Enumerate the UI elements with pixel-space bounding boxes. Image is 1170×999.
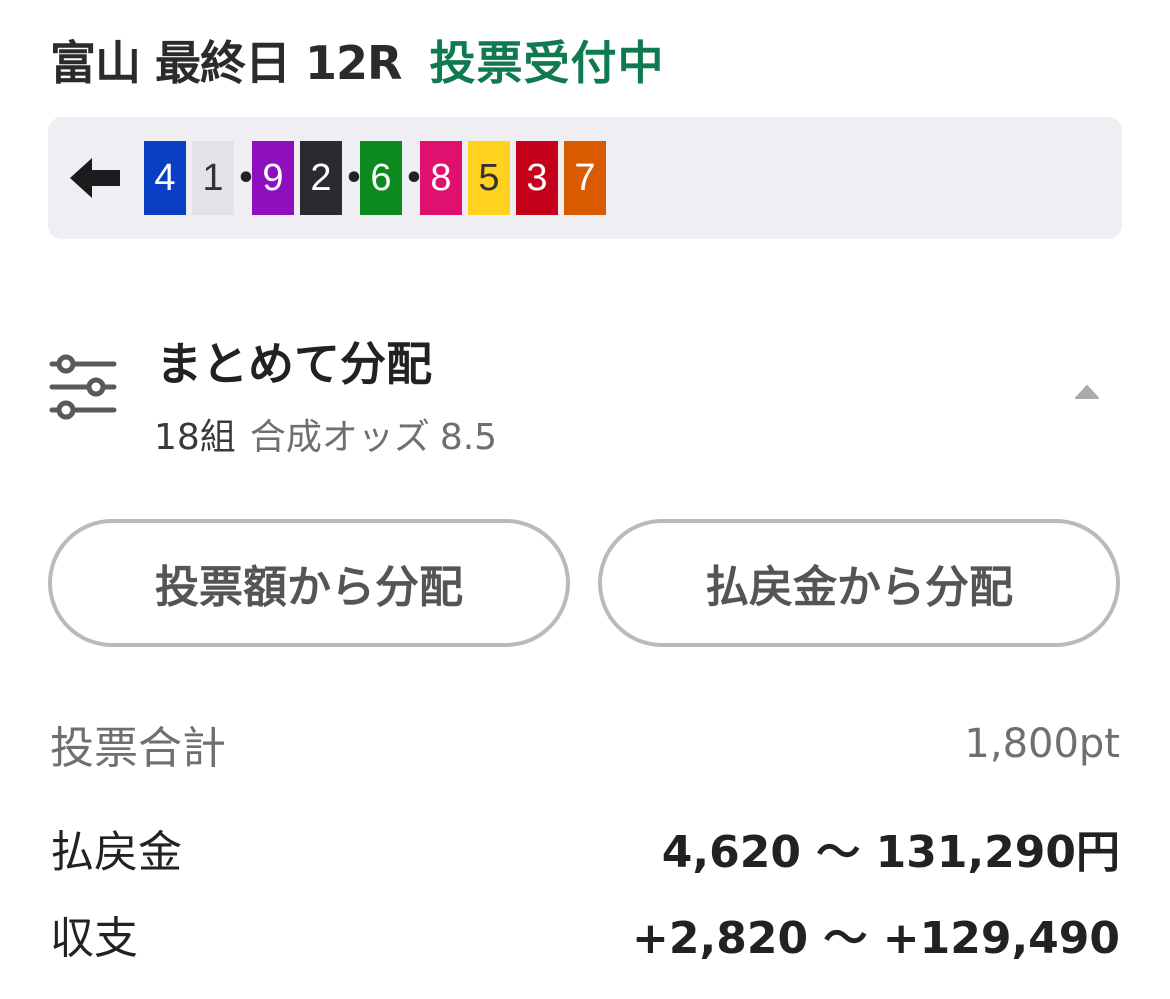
pick-number-badge: 5 [468,141,510,215]
balance-value: +2,820 〜 +129,490 [632,913,1120,964]
odds-label: 合成オッズ [249,417,430,458]
distribution-section[interactable]: まとめて分配 18組 合成オッズ 8.5 [48,322,1122,462]
total-value: 1,800pt [964,721,1120,767]
combo-count: 18組 [154,417,236,458]
race-status: 投票受付中 [429,36,665,90]
pick-number-badge: 9 [252,141,294,215]
sliders-icon [49,354,117,420]
pick-number-badge: 3 [516,141,558,215]
arrow-left-icon [70,158,120,198]
pick-number-badge: 2 [300,141,342,215]
race-header: 富山 最終日 12R 投票受付中 [50,28,664,92]
distribute-by-bet-button[interactable]: 投票額から分配 [48,519,570,647]
pick-number-badge: 1 [192,141,234,215]
pick-number-badge: 8 [420,141,462,215]
balance-row: 収支 +2,820 〜 +129,490 [50,904,1120,964]
distribution-title: まとめて分配 [156,337,432,391]
pick-number-badge: 4 [144,141,186,215]
distribution-subtitle: 18組 合成オッズ 8.5 [154,408,497,460]
pick-number-badge: 6 [360,141,402,215]
back-button[interactable] [70,150,126,206]
odds-value: 8.5 [439,417,498,458]
pick-number-badge: 7 [564,141,606,215]
caret-up-icon[interactable] [1074,384,1100,400]
distribute-by-payout-button[interactable]: 払戻金から分配 [598,519,1120,647]
balance-label: 収支 [50,913,138,964]
total-row: 投票合計 1,800pt [50,714,1120,774]
payout-label: 払戻金 [50,827,182,878]
picks-bar: 4 1 • 9 2 • 6 • 8 5 3 7 [48,117,1122,239]
pick-badges: 4 1 • 9 2 • 6 • 8 5 3 7 [144,141,606,215]
race-title: 富山 最終日 12R [50,36,402,90]
payout-value: 4,620 〜 131,290円 [661,827,1120,878]
payout-row: 払戻金 4,620 〜 131,290円 [50,818,1120,878]
total-label: 投票合計 [50,723,226,774]
